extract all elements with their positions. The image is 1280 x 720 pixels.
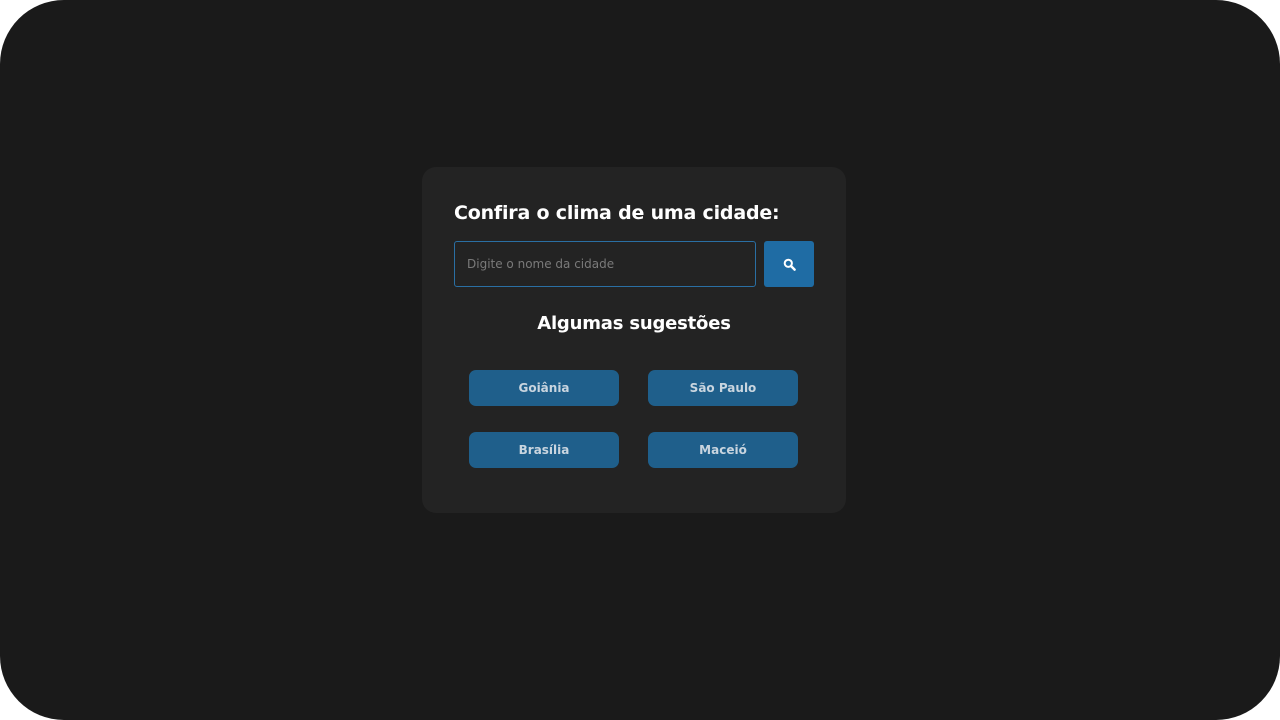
city-suggestion-maceio[interactable]: Maceió: [648, 432, 798, 468]
weather-search-card: Confira o clima de uma cidade: Algumas s…: [422, 167, 846, 513]
suggestions-title: Algumas sugestões: [537, 313, 731, 334]
search-icon: [783, 258, 796, 271]
city-search-input[interactable]: [454, 241, 756, 287]
card-title: Confira o clima de uma cidade:: [454, 202, 780, 224]
city-suggestion-brasilia[interactable]: Brasília: [469, 432, 619, 468]
city-suggestion-goiania[interactable]: Goiânia: [469, 370, 619, 406]
search-row: [454, 241, 814, 287]
search-button[interactable]: [764, 241, 814, 287]
app-window: Confira o clima de uma cidade: Algumas s…: [0, 0, 1280, 720]
city-suggestion-sao-paulo[interactable]: São Paulo: [648, 370, 798, 406]
